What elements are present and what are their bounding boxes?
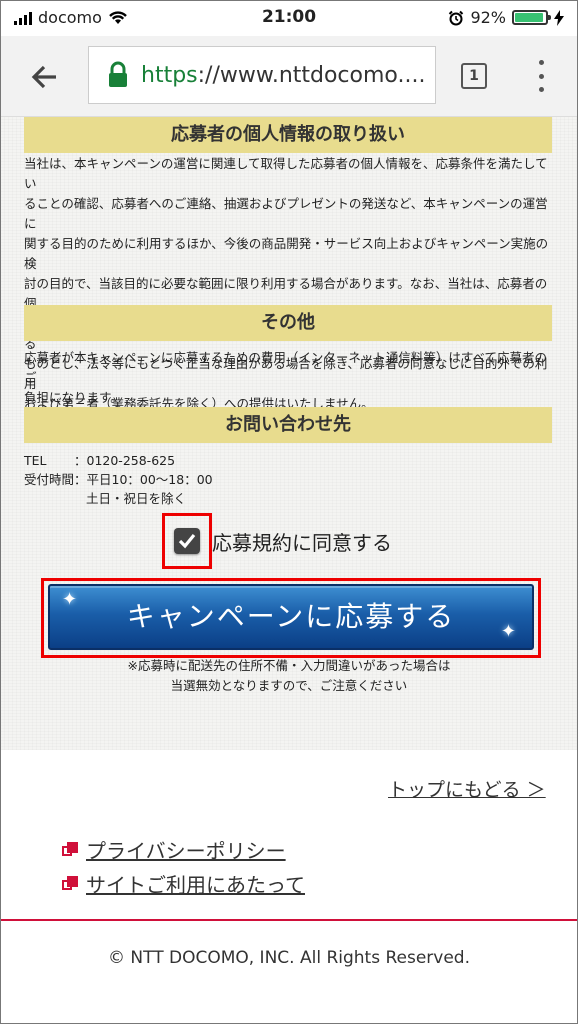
hours-note: 土日・祝日を除く [86,491,187,506]
footer-divider [0,919,578,921]
sparkle-icon: ✦ [62,589,80,610]
overflow-menu-icon[interactable] [536,60,546,92]
address-bar[interactable]: https://www.nttdocomo.... [88,46,436,104]
contact-info: TEL ：0120-258-625 受付時間 ：平日10：00〜18：00 土日・祝… [24,451,324,508]
url-text: https://www.nttdocomo.... [141,62,426,88]
battery-icon [512,10,551,25]
sparkle-icon: ✦ [500,621,518,642]
agree-label[interactable]: 応募規約に同意する [212,527,392,556]
lock-icon [109,61,127,87]
charging-icon [554,9,564,26]
back-to-top-link[interactable]: トップにもどる ＞ [388,775,546,802]
apply-button-label: キャンペーンに応募する [126,600,456,633]
tel-value: ：0120-258-625 [74,453,176,468]
external-link-icon [62,841,78,858]
checkmark-icon [178,533,196,549]
site-terms-link[interactable]: サイトご利用にあたって [62,869,305,898]
tabs-count-button[interactable]: 1 [461,63,487,89]
campaign-content: 応募者の個人情報の取り扱い 当社は、本キャンペーンの運営に関連して取得した応募者… [0,117,578,750]
contact-heading: お問い合わせ先 [24,407,552,443]
tel-label: TEL [24,453,47,468]
battery-percent: 92% [470,8,506,27]
browser-toolbar: https://www.nttdocomo.... 1 [0,36,578,117]
other-text: 応募者が本キャンペーンに応募するための費用（インターネット通信料等）はすべて応募… [24,350,548,405]
alarm-icon [449,10,464,25]
external-link-icon [62,875,78,892]
agree-checkbox[interactable] [174,528,200,554]
other-heading: その他 [24,305,552,341]
agree-row: 応募規約に同意する [0,511,578,571]
back-arrow-icon[interactable] [28,60,62,94]
status-bar: docomo 21:00 92% [0,0,578,36]
privacy-policy-link[interactable]: プライバシーポリシー [62,835,286,864]
apply-notice: ※応募時に配送先の住所不備・入力間違いがあった場合は 当選無効となりますので、ご… [127,658,451,693]
hours-value: ：平日10：00〜18：00 [74,472,213,487]
apply-campaign-button[interactable]: キャンペーンに応募する ✦ ✦ [48,584,534,650]
hours-label: 受付時間 [24,472,75,487]
copyright-text: © NTT DOCOMO, INC. All Rights Reserved. [107,948,470,968]
privacy-heading: 応募者の個人情報の取り扱い [24,117,552,153]
